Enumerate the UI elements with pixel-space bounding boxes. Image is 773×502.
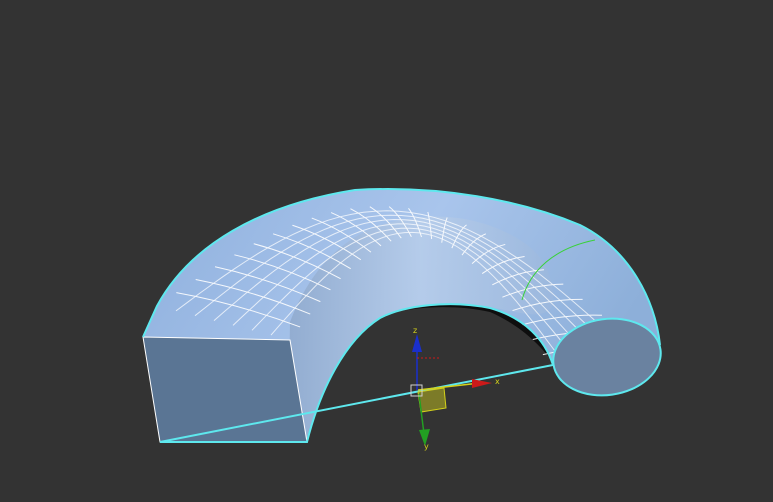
- bent-tube-object[interactable]: [142, 188, 666, 443]
- perspective-viewport[interactable]: x z y: [0, 0, 773, 502]
- x-axis-label: x: [495, 377, 500, 386]
- viewport-canvas[interactable]: x z y: [0, 0, 773, 502]
- y-axis-label: y: [424, 442, 429, 451]
- x-axis-line[interactable]: [417, 382, 481, 391]
- x-axis-arrow[interactable]: [472, 379, 492, 388]
- z-axis-label: z: [413, 326, 417, 335]
- transform-gizmo[interactable]: x z y: [410, 326, 500, 451]
- z-axis-arrow[interactable]: [412, 334, 422, 352]
- square-end-cap[interactable]: [142, 336, 308, 443]
